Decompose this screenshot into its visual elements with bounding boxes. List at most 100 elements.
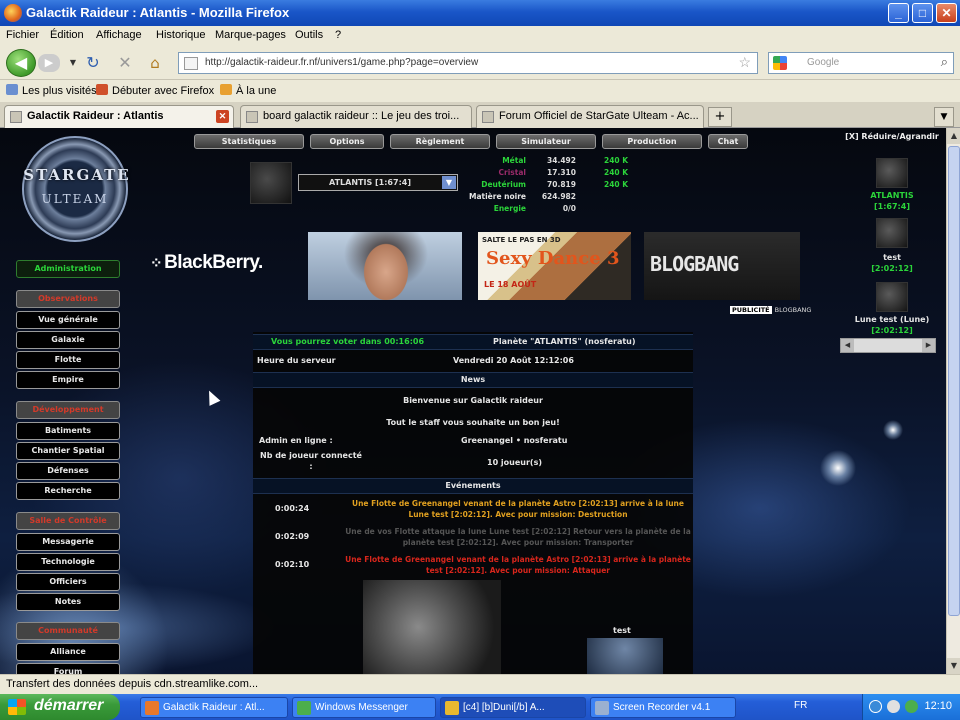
moon-image[interactable] <box>587 638 663 674</box>
scroll-left-icon[interactable]: ◀ <box>841 339 854 352</box>
menu-affichage[interactable]: Affichage <box>96 29 142 41</box>
sidebar-item-notes[interactable]: Notes <box>16 593 120 611</box>
maximize-button[interactable]: □ <box>912 3 933 23</box>
ad-text: SALTE LE PAS EN 3D <box>482 236 561 244</box>
sidebar-item-messages[interactable]: Messagerie <box>16 533 120 551</box>
planet-entry-atlantis[interactable]: ATLANTIS [1:67:4] <box>840 190 944 212</box>
resource-name: Deutérium <box>481 180 526 189</box>
tab-favicon-icon <box>482 111 494 123</box>
messenger-tray-icon[interactable] <box>905 700 918 713</box>
sidebar-item-shipyard[interactable]: Chantier Spatial <box>16 442 120 460</box>
planet-thumbnail[interactable] <box>250 162 292 204</box>
stop-icon[interactable]: ✕ <box>116 54 134 72</box>
sidebar-item-defenses[interactable]: Défenses <box>16 462 120 480</box>
network-icon[interactable] <box>869 700 882 713</box>
tab-board[interactable]: board galactik raideur :: Le jeu des tro… <box>240 105 472 128</box>
task-chat[interactable]: [c4] [b]Duni[/b] A... <box>440 697 586 718</box>
scroll-up-icon[interactable]: ▲ <box>947 128 960 144</box>
sidebar-item-technology[interactable]: Technologie <box>16 553 120 571</box>
planet-thumb-test[interactable] <box>876 218 908 248</box>
page-scrollbar[interactable]: ▲ ▼ <box>946 128 960 674</box>
bookmark-star-icon[interactable]: ☆ <box>738 54 751 71</box>
menu-marque-pages[interactable]: Marque-pages <box>215 29 286 41</box>
minimize-button[interactable]: _ <box>888 3 909 23</box>
sidebar-heading-observations: Observations <box>16 290 120 308</box>
sidebar-item-fleet[interactable]: Flotte <box>16 351 120 369</box>
nav-rules[interactable]: Règlement <box>390 134 490 149</box>
sidebar-item-alliance[interactable]: Alliance <box>16 643 120 661</box>
bookmark-headlines[interactable]: À la une <box>220 84 276 97</box>
menu-help[interactable]: ? <box>335 29 341 41</box>
bookmark-getting-started[interactable]: Débuter avec Firefox <box>96 84 214 97</box>
volume-icon[interactable] <box>887 700 900 713</box>
search-icon[interactable]: ⌕ <box>941 54 948 70</box>
tab-list-button[interactable]: ▼ <box>934 107 954 127</box>
task-firefox[interactable]: Galactik Raideur : Atl... <box>140 697 288 718</box>
nav-statistics[interactable]: Statistiques <box>194 134 304 149</box>
sidebar-item-empire[interactable]: Empire <box>16 371 120 389</box>
start-button[interactable]: démarrer <box>0 694 120 720</box>
sidebar-item-officers[interactable]: Officiers <box>16 573 120 591</box>
navigation-toolbar: ◀ ▶ ▼ ↻ ✕ ⌂ http://galactik-raideur.fr.n… <box>0 46 960 80</box>
new-tab-button[interactable]: + <box>708 107 732 127</box>
nav-chat[interactable]: Chat <box>708 134 748 149</box>
planet-entry-moon[interactable]: Lune test (Lune) [2:02:12] <box>840 314 944 336</box>
sidebar-item-research[interactable]: Recherche <box>16 482 120 500</box>
language-indicator[interactable]: FR <box>794 700 807 711</box>
url-bar[interactable]: http://galactik-raideur.fr.nf/univers1/g… <box>178 52 758 74</box>
planet-image[interactable] <box>363 580 501 674</box>
back-button[interactable]: ◀ <box>6 49 36 77</box>
firefox-icon <box>4 4 22 22</box>
blackberry-ad[interactable]: ⁘ BlackBerry. <box>150 252 263 274</box>
task-screen-recorder[interactable]: Screen Recorder v4.1 <box>590 697 736 718</box>
admin-value: Greenangel • nosferatu <box>461 436 568 445</box>
clock: 12:10 <box>924 700 952 712</box>
vote-timer[interactable]: Vous pourrez voter dans 00:16:06 <box>271 337 424 346</box>
sidebar-item-buildings[interactable]: Batiments <box>16 422 120 440</box>
history-dropdown-icon[interactable]: ▼ <box>64 54 82 72</box>
forward-button[interactable]: ▶ <box>38 54 60 72</box>
tab-galactik[interactable]: Galactik Raideur : Atlantis ✕ <box>4 105 234 128</box>
nav-options[interactable]: Options <box>310 134 384 149</box>
reload-icon[interactable]: ↻ <box>84 54 102 72</box>
tab-close-icon[interactable]: ✕ <box>216 110 229 123</box>
ad-banner-blogbang[interactable]: BLOGBANG <box>644 232 800 300</box>
ad-badge: PUBLICITÉ <box>730 306 772 314</box>
scroll-down-icon[interactable]: ▼ <box>947 658 960 674</box>
logo-text: STARGATE <box>23 166 131 184</box>
scroll-right-icon[interactable]: ▶ <box>922 339 935 352</box>
task-messenger[interactable]: Windows Messenger <box>292 697 436 718</box>
planet-thumb-atlantis[interactable] <box>876 158 908 188</box>
planet-entry-test[interactable]: test [2:02:12] <box>840 252 944 274</box>
planet-list-scrollbar[interactable]: ◀ ▶ <box>840 338 936 353</box>
ad-banner-movie[interactable]: SALTE LE PAS EN 3D Sexy Dance 3 LE 18 AO… <box>478 232 631 300</box>
menu-outils[interactable]: Outils <box>295 29 323 41</box>
close-button[interactable]: ✕ <box>936 3 957 23</box>
resource-name: Energie <box>493 204 526 213</box>
window-title: Galactik Raideur : Atlantis - Mozilla Fi… <box>26 5 290 20</box>
event-time: 0:02:10 <box>275 560 310 569</box>
nav-simulator[interactable]: Simulateur <box>496 134 596 149</box>
collapse-toggle[interactable]: [X] Réduire/Agrandir <box>840 132 944 141</box>
sidebar-item-administration[interactable]: Administration <box>16 260 120 278</box>
sidebar-item-forum[interactable]: Forum <box>16 663 120 674</box>
moon-thumb-test[interactable] <box>876 282 908 312</box>
resource-name: Métal <box>502 156 526 165</box>
home-icon[interactable]: ⌂ <box>146 54 164 72</box>
sidebar-item-overview[interactable]: Vue générale <box>16 311 120 329</box>
planet-select[interactable]: ATLANTIS [1:67:4] ▼ <box>298 174 458 191</box>
event-time: 0:02:09 <box>275 532 310 541</box>
nav-production[interactable]: Production <box>602 134 702 149</box>
sidebar-item-galaxy[interactable]: Galaxie <box>16 331 120 349</box>
event-text: Une Flotte de Greenangel venant de la pl… <box>345 555 691 575</box>
search-input[interactable]: Google ⌕ <box>768 52 954 74</box>
ad-banner-video[interactable] <box>308 232 462 300</box>
menu-historique[interactable]: Historique <box>156 29 206 41</box>
menu-edition[interactable]: Édition <box>50 29 84 41</box>
windows-logo-icon <box>8 699 26 715</box>
tab-forum[interactable]: Forum Officiel de StarGate Ulteam - Ac..… <box>476 105 704 128</box>
bookmark-most-visited[interactable]: Les plus visités <box>6 84 97 97</box>
menu-fichier[interactable]: Fichier <box>6 29 39 41</box>
ad-text: BlackBerry. <box>164 252 263 273</box>
scrollbar-thumb[interactable] <box>948 146 960 616</box>
